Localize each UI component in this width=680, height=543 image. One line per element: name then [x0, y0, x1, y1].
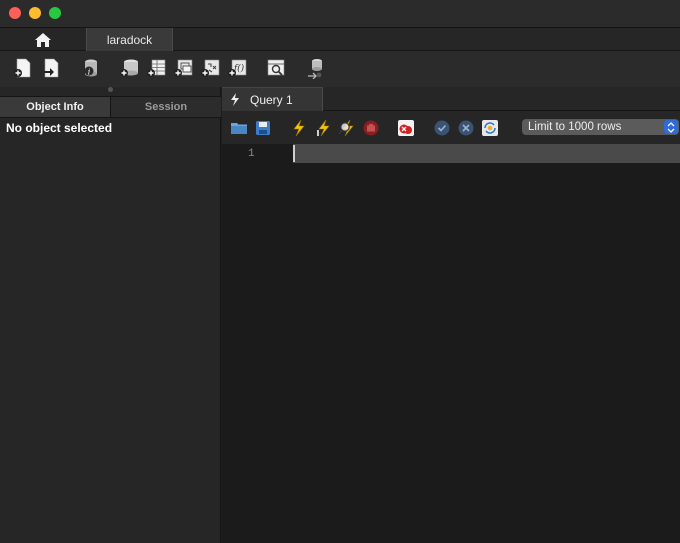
- home-icon: [35, 32, 51, 47]
- minimize-window-button[interactable]: [29, 7, 41, 19]
- reconnect-icon[interactable]: [305, 57, 327, 79]
- open-file-icon[interactable]: [230, 119, 248, 137]
- create-procedure-icon[interactable]: [199, 57, 221, 79]
- autocommit-icon[interactable]: [481, 119, 499, 137]
- query-tabs: Query 1: [222, 87, 680, 111]
- home-tab[interactable]: [0, 28, 86, 51]
- query-toolbar: I Limit to 1000 rows: [222, 111, 680, 144]
- explain-icon[interactable]: [338, 119, 356, 137]
- new-sql-tab-icon[interactable]: [12, 57, 34, 79]
- create-table-icon[interactable]: [145, 57, 167, 79]
- sidebar-panel: [0, 87, 221, 543]
- limit-rows-value: Limit to 1000 rows: [528, 121, 622, 133]
- create-schema-icon[interactable]: [118, 57, 140, 79]
- main-toolbar: i f(): [0, 51, 680, 87]
- current-line-highlight: [293, 144, 680, 163]
- svg-text:i: i: [88, 68, 91, 77]
- limit-rows-select[interactable]: Limit to 1000 rows: [522, 119, 679, 135]
- title-bar: [0, 0, 680, 28]
- execute-icon[interactable]: [290, 119, 308, 137]
- line-number: 1: [248, 148, 255, 160]
- connection-tab-label: laradock: [106, 32, 153, 47]
- search-table-data-icon[interactable]: [265, 57, 287, 79]
- query-tab-label: Query 1: [250, 92, 293, 107]
- svg-text:I: I: [317, 129, 320, 137]
- tab-session[interactable]: Session: [111, 97, 221, 117]
- tab-object-info[interactable]: Object Info: [0, 97, 111, 117]
- select-arrows-icon: [664, 120, 678, 134]
- execute-current-icon[interactable]: I: [314, 119, 332, 137]
- maximize-window-button[interactable]: [49, 7, 61, 19]
- toggle-error-continue-icon[interactable]: [397, 119, 415, 137]
- close-window-button[interactable]: [9, 7, 21, 19]
- text-caret: [293, 145, 295, 162]
- object-info-empty-message: No object selected: [6, 121, 113, 135]
- create-function-icon[interactable]: f(): [226, 57, 248, 79]
- rollback-icon[interactable]: [457, 119, 475, 137]
- commit-icon[interactable]: [433, 119, 451, 137]
- connection-tab-laradock[interactable]: laradock: [86, 28, 173, 51]
- lightning-icon: [231, 93, 239, 106]
- save-icon[interactable]: [254, 119, 272, 137]
- inspector-icon[interactable]: i: [80, 57, 102, 79]
- open-sql-script-icon[interactable]: [40, 57, 62, 79]
- connection-tabs: laradock: [0, 28, 680, 51]
- stop-icon[interactable]: [362, 119, 380, 137]
- splitter-handle[interactable]: [108, 87, 113, 92]
- sql-editor[interactable]: 1: [222, 144, 680, 543]
- sidebar-tabs: Object Info Session: [0, 96, 221, 118]
- tab-query-1[interactable]: Query 1: [222, 87, 323, 111]
- create-view-icon[interactable]: [172, 57, 194, 79]
